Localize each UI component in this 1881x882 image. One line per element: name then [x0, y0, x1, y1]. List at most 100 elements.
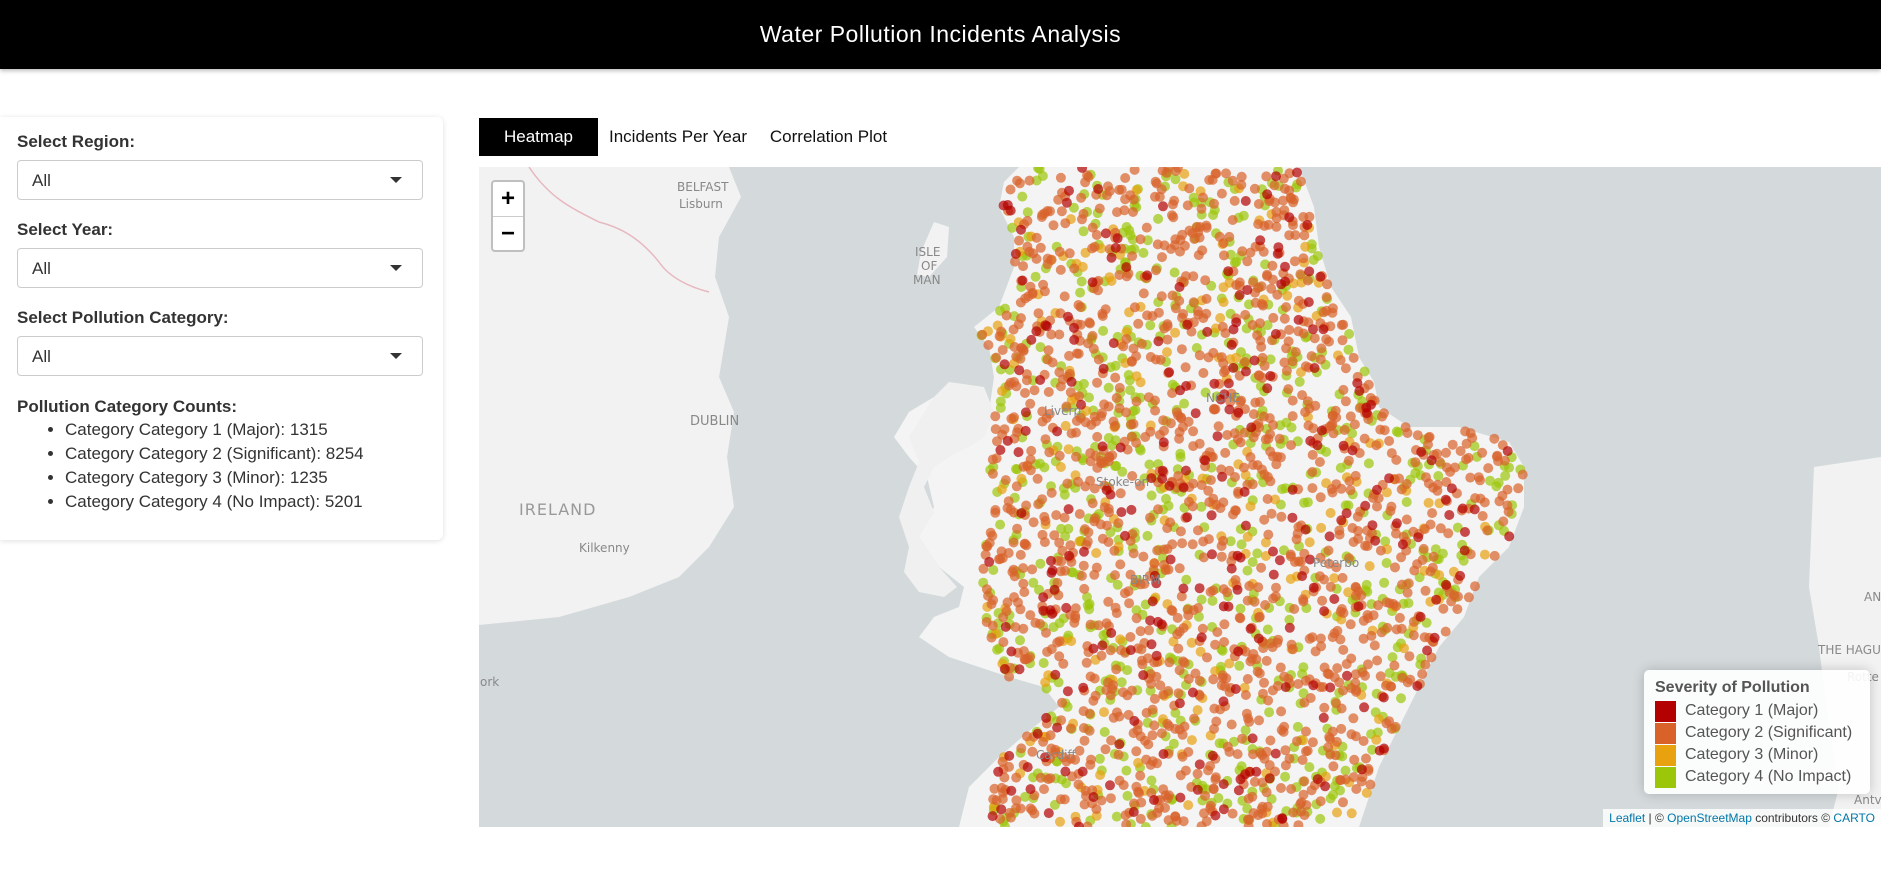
incident-marker[interactable]	[1408, 630, 1419, 641]
incident-marker[interactable]	[1323, 545, 1334, 556]
incident-marker[interactable]	[1375, 545, 1386, 556]
incident-marker[interactable]	[1232, 584, 1243, 595]
incident-marker[interactable]	[1131, 351, 1142, 362]
incident-marker[interactable]	[1304, 537, 1315, 548]
incident-marker[interactable]	[1240, 520, 1251, 531]
incident-marker[interactable]	[1298, 328, 1309, 339]
incident-marker[interactable]	[1229, 195, 1240, 206]
incident-marker[interactable]	[1092, 377, 1103, 388]
incident-marker[interactable]	[1164, 367, 1175, 378]
incident-marker[interactable]	[1270, 329, 1281, 339]
incident-marker[interactable]	[1063, 444, 1074, 455]
incident-marker[interactable]	[1354, 386, 1365, 396]
incident-marker[interactable]	[1350, 581, 1361, 592]
incident-marker[interactable]	[1032, 728, 1043, 739]
incident-marker[interactable]	[1162, 544, 1173, 555]
incident-marker[interactable]	[1360, 670, 1370, 681]
incident-marker[interactable]	[1262, 189, 1273, 200]
carto-link[interactable]: CARTO	[1833, 811, 1875, 825]
incident-marker[interactable]	[1300, 361, 1311, 372]
incident-marker[interactable]	[1214, 231, 1225, 242]
incident-marker[interactable]	[1011, 381, 1022, 392]
incident-marker[interactable]	[1003, 548, 1014, 558]
incident-marker[interactable]	[1305, 435, 1316, 446]
incident-marker[interactable]	[1338, 608, 1349, 618]
incident-marker[interactable]	[1162, 793, 1173, 804]
incident-marker[interactable]	[1063, 504, 1074, 515]
category-select[interactable]: All	[17, 336, 423, 376]
incident-marker[interactable]	[1242, 674, 1253, 684]
incident-marker[interactable]	[997, 794, 1008, 804]
incident-marker[interactable]	[1307, 483, 1318, 494]
incident-marker[interactable]	[1048, 220, 1059, 231]
incident-marker[interactable]	[1026, 445, 1037, 456]
incident-marker[interactable]	[1307, 737, 1318, 748]
incident-marker[interactable]	[1335, 775, 1346, 785]
incident-marker[interactable]	[1201, 293, 1212, 304]
incident-marker[interactable]	[1422, 645, 1433, 656]
tab-correlation-plot[interactable]: Correlation Plot	[758, 118, 899, 156]
incident-marker[interactable]	[1207, 750, 1218, 761]
incident-marker[interactable]	[1243, 793, 1254, 804]
incident-marker[interactable]	[1277, 813, 1288, 824]
incident-marker[interactable]	[1044, 447, 1055, 458]
incident-marker[interactable]	[1218, 779, 1229, 790]
incident-marker[interactable]	[1218, 696, 1229, 707]
incident-marker[interactable]	[1268, 312, 1279, 323]
incident-marker[interactable]	[1341, 659, 1352, 669]
incident-marker[interactable]	[1128, 728, 1139, 739]
incident-marker[interactable]	[1204, 175, 1215, 185]
incident-marker[interactable]	[1321, 446, 1332, 457]
incident-marker[interactable]	[1387, 652, 1398, 663]
incident-marker[interactable]	[1145, 352, 1156, 362]
incident-marker[interactable]	[1089, 516, 1100, 527]
incident-marker[interactable]	[1256, 281, 1267, 292]
incident-marker[interactable]	[1004, 750, 1015, 761]
incident-marker[interactable]	[1071, 451, 1081, 462]
incident-marker[interactable]	[1237, 246, 1248, 257]
incident-marker[interactable]	[1222, 587, 1233, 598]
incident-marker[interactable]	[1054, 246, 1065, 257]
incident-marker[interactable]	[1284, 622, 1295, 633]
incident-marker[interactable]	[1040, 677, 1051, 688]
incident-marker[interactable]	[1396, 693, 1406, 704]
incident-marker[interactable]	[1353, 533, 1364, 544]
incident-marker[interactable]	[1115, 634, 1126, 645]
incident-marker[interactable]	[1115, 442, 1126, 453]
incident-marker[interactable]	[1058, 658, 1069, 669]
incident-marker[interactable]	[1002, 435, 1013, 446]
incident-marker[interactable]	[1315, 796, 1326, 807]
incident-marker[interactable]	[1146, 639, 1157, 650]
incident-marker[interactable]	[1051, 510, 1062, 521]
incident-marker[interactable]	[1449, 462, 1460, 473]
incident-marker[interactable]	[1015, 604, 1026, 615]
incident-marker[interactable]	[1367, 520, 1378, 531]
incident-marker[interactable]	[1162, 334, 1173, 345]
incident-marker[interactable]	[1426, 455, 1437, 466]
incident-marker[interactable]	[1394, 612, 1405, 623]
incident-marker[interactable]	[1043, 345, 1054, 356]
incident-marker[interactable]	[1335, 462, 1346, 473]
incident-marker[interactable]	[1099, 707, 1109, 718]
incident-marker[interactable]	[1149, 720, 1160, 731]
incident-marker[interactable]	[1194, 583, 1205, 594]
incident-marker[interactable]	[1150, 405, 1161, 416]
incident-marker[interactable]	[986, 632, 997, 643]
incident-marker[interactable]	[1019, 539, 1030, 550]
incident-marker[interactable]	[1036, 212, 1047, 222]
incident-marker[interactable]	[1219, 250, 1229, 261]
incident-marker[interactable]	[1245, 452, 1256, 463]
incident-marker[interactable]	[1022, 215, 1033, 226]
incident-marker[interactable]	[1078, 723, 1089, 733]
incident-marker[interactable]	[1169, 267, 1180, 278]
incident-marker[interactable]	[1016, 743, 1027, 754]
incident-marker[interactable]	[1103, 181, 1113, 192]
incident-marker[interactable]	[1055, 462, 1066, 472]
incident-marker[interactable]	[1116, 677, 1127, 688]
incident-marker[interactable]	[1133, 318, 1144, 329]
incident-marker[interactable]	[1073, 476, 1083, 487]
incident-marker[interactable]	[1208, 783, 1219, 794]
incident-marker[interactable]	[1170, 327, 1181, 338]
incident-marker[interactable]	[1371, 734, 1382, 745]
incident-marker[interactable]	[1122, 790, 1133, 801]
